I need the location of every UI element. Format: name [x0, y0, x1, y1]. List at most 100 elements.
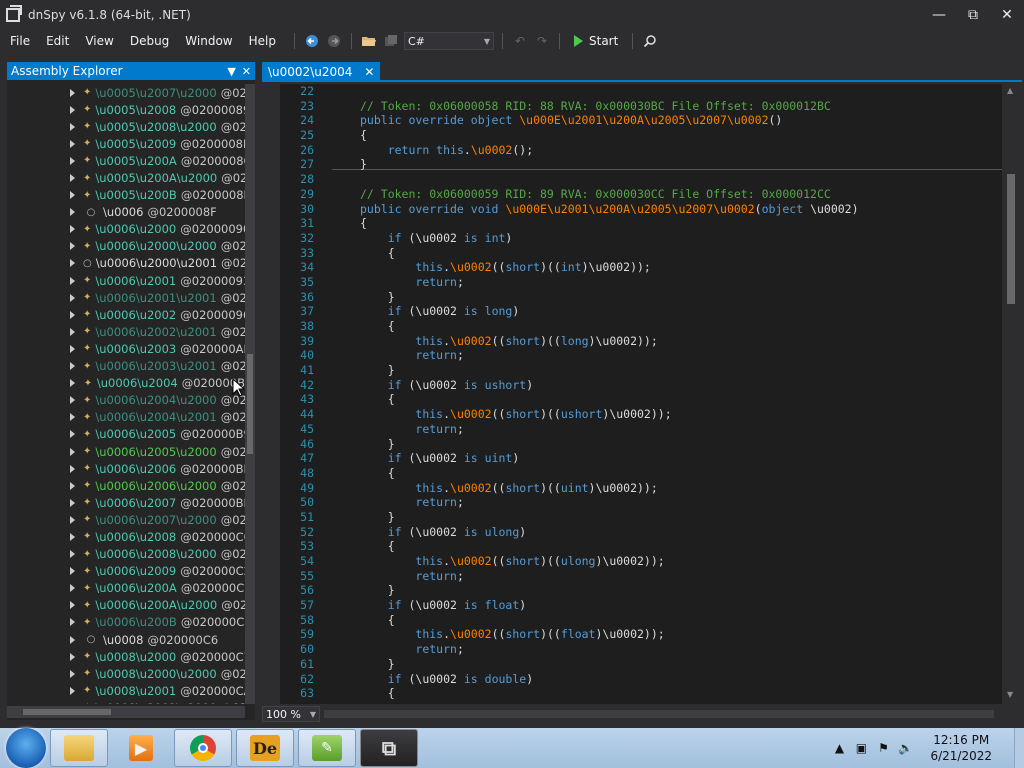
code-line[interactable]: 48 {: [280, 466, 1002, 481]
code-line[interactable]: 50 return;: [280, 495, 1002, 510]
start-button[interactable]: Start: [568, 34, 624, 48]
code-line[interactable]: 43 {: [280, 392, 1002, 407]
taskbar-dnspy[interactable]: ⧉: [360, 729, 418, 767]
back-icon[interactable]: [303, 32, 321, 50]
editor-vertical-scrollbar[interactable]: ▲ ▼: [1002, 84, 1020, 704]
code-line[interactable]: 23 // Token: 0x06000058 RID: 88 RVA: 0x00…: [280, 99, 1002, 114]
code-line[interactable]: 53 {: [280, 539, 1002, 554]
tree-node[interactable]: ✦ \u0006\u2002\u2001 @02: [7, 323, 245, 340]
taskbar-media-player[interactable]: ▶: [112, 729, 170, 767]
tab-u0002-u2004[interactable]: \u0002\u2004 ✕: [262, 62, 381, 82]
editor-horizontal-scrollbar[interactable]: [324, 710, 994, 718]
scroll-up-icon[interactable]: ▲: [1007, 86, 1013, 95]
tree-node[interactable]: ✦ \u0005\u200A\u2000 @02: [7, 169, 245, 186]
code-line[interactable]: 49 this.\u0002((short)((uint)\u0002));: [280, 481, 1002, 496]
tree-node[interactable]: ○ \u0006 @0200008F: [7, 204, 245, 221]
restore-button[interactable]: ⧉: [956, 0, 990, 30]
search-icon[interactable]: [641, 32, 659, 50]
expand-arrow-icon[interactable]: [70, 447, 75, 456]
tree-node[interactable]: ✦ \u0008\u2000 @020000C7: [7, 648, 245, 665]
expand-arrow-icon[interactable]: [70, 532, 75, 541]
tree-node[interactable]: ✦ \u0006\u2001\u2001 @02: [7, 289, 245, 306]
tree-node[interactable]: ✦ \u0005\u2008 @02000089: [7, 101, 245, 118]
panel-menu-icon[interactable]: ▼: [227, 65, 235, 78]
code-line[interactable]: 56 }: [280, 583, 1002, 598]
scroll-down-icon[interactable]: ▼: [1007, 690, 1013, 699]
network-icon[interactable]: ▣: [852, 741, 870, 755]
expand-arrow-icon[interactable]: [70, 191, 75, 200]
menu-help[interactable]: Help: [241, 30, 284, 52]
code-line[interactable]: 58 {: [280, 613, 1002, 628]
code-line[interactable]: 40 return;: [280, 348, 1002, 363]
tree-node[interactable]: ✦\u0006\u2003@020000AD: [7, 340, 245, 357]
expand-arrow-icon[interactable]: [70, 567, 75, 576]
code-line[interactable]: 63 {: [280, 686, 1002, 701]
expand-arrow-icon[interactable]: [70, 122, 75, 131]
tree-horizontal-scrollbar[interactable]: [7, 706, 245, 718]
code-line[interactable]: 38 {: [280, 319, 1002, 334]
code-line[interactable]: 37 if (\u0002 is long): [280, 304, 1002, 319]
tree-node[interactable]: ✦ \u0008\u2000\u2000 @02: [7, 665, 245, 682]
expand-arrow-icon[interactable]: [70, 242, 75, 251]
code-editor[interactable]: 22 23 // Token: 0x06000058 RID: 88 RVA: 0x…: [280, 84, 1002, 704]
tree-node[interactable]: ✦ \u0005\u2007\u2000 @02: [7, 84, 245, 101]
code-line[interactable]: 61 }: [280, 657, 1002, 672]
expand-arrow-icon[interactable]: [70, 550, 75, 559]
taskbar-chrome[interactable]: [174, 729, 232, 767]
code-line[interactable]: 51 }: [280, 510, 1002, 525]
scroll-thumb[interactable]: [1007, 174, 1015, 304]
expand-arrow-icon[interactable]: [70, 225, 75, 234]
code-line[interactable]: 60 return;: [280, 642, 1002, 657]
code-line[interactable]: 62 if (\u0002 is double): [280, 672, 1002, 687]
taskbar-explorer[interactable]: [50, 729, 108, 767]
code-line[interactable]: 33 {: [280, 246, 1002, 261]
tree-node[interactable]: ✦ \u0006\u2008\u2000 @02: [7, 546, 245, 563]
tree-node[interactable]: ○ \u0008 @020000C6: [7, 631, 245, 648]
tree-vertical-scrollbar[interactable]: [245, 84, 255, 704]
code-line[interactable]: 39 this.\u0002((short)((long)\u0002));: [280, 334, 1002, 349]
tree-node[interactable]: ✦ \u0006\u2004 @020000B: [7, 375, 245, 392]
tree-node[interactable]: ✦ \u0006\u2006 @020000BB: [7, 460, 245, 477]
expand-arrow-icon[interactable]: [70, 156, 75, 165]
expand-arrow-icon[interactable]: [70, 310, 75, 319]
flag-icon[interactable]: ⚑: [874, 741, 892, 755]
redo-icon[interactable]: ↷: [533, 32, 551, 50]
tree-node[interactable]: ✦ \u0006\u2000\u2000 @02: [7, 238, 245, 255]
code-line[interactable]: 55 return;: [280, 569, 1002, 584]
tree-node[interactable]: ✦ \u0008\u2001\u2000 @02: [7, 699, 245, 704]
tree-node[interactable]: ✦ \u0006\u200A\u2000 @02: [7, 597, 245, 614]
code-line[interactable]: 26 return this.\u0002();: [280, 143, 1002, 158]
expand-arrow-icon[interactable]: [70, 515, 75, 524]
expand-arrow-icon[interactable]: [70, 481, 75, 490]
volume-icon[interactable]: 🔈: [896, 741, 914, 755]
code-line[interactable]: 47 if (\u0002 is uint): [280, 451, 1002, 466]
open-folder-icon[interactable]: [360, 32, 378, 50]
expand-arrow-icon[interactable]: [70, 584, 75, 593]
tree-node[interactable]: ✦ \u0005\u2009 @0200008B: [7, 135, 245, 152]
tray-expand-icon[interactable]: ▲: [830, 741, 848, 755]
assembly-tree[interactable]: ✦ \u0005\u2007\u2000 @02 ✦ \u0005\u2008 @0200…: [7, 84, 245, 704]
code-line[interactable]: 52 if (\u0002 is ulong): [280, 525, 1002, 540]
menu-edit[interactable]: Edit: [38, 30, 77, 52]
tree-node[interactable]: ✦ \u0008\u2001 @020000CA: [7, 682, 245, 699]
show-desktop-button[interactable]: [1014, 728, 1024, 768]
tree-node[interactable]: ✦ \u0006\u2005\u2000 @02: [7, 443, 245, 460]
taskbar-notepad-plus[interactable]: ✎: [298, 729, 356, 767]
tree-node[interactable]: ✦ \u0006\u200B @020000C5: [7, 614, 245, 631]
clock[interactable]: 12:16 PM 6/21/2022: [930, 732, 992, 764]
expand-arrow-icon[interactable]: [70, 464, 75, 473]
expand-arrow-icon[interactable]: [70, 259, 75, 268]
expand-arrow-icon[interactable]: [70, 686, 75, 695]
undo-icon[interactable]: ↶: [511, 32, 529, 50]
save-all-icon[interactable]: [382, 32, 400, 50]
expand-arrow-icon[interactable]: [70, 276, 75, 285]
tree-node[interactable]: ✦ \u0006\u2007\u2000 @02: [7, 511, 245, 528]
code-line[interactable]: 44 this.\u0002((short)((ushort)\u0002));: [280, 407, 1002, 422]
expand-arrow-icon[interactable]: [70, 635, 75, 644]
language-dropdown[interactable]: C# ▼: [404, 32, 494, 50]
code-line[interactable]: 32 if (\u0002 is int): [280, 231, 1002, 246]
tree-node[interactable]: ✦ \u0006\u2002 @02000096: [7, 306, 245, 323]
tree-node[interactable]: ✦ \u0006\u2006\u2000 @02: [7, 477, 245, 494]
code-line[interactable]: 36 }: [280, 290, 1002, 305]
tree-node[interactable]: ✦ \u0006\u2000 @02000090: [7, 221, 245, 238]
